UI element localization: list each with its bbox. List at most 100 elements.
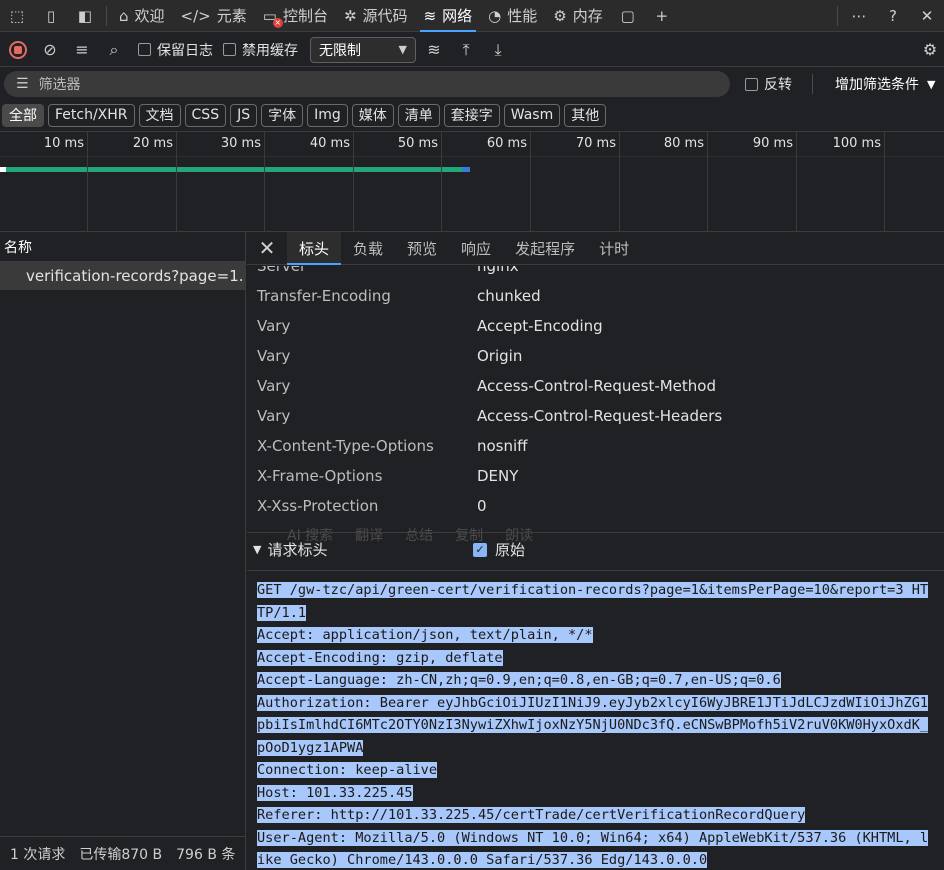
selected-text: Accept-Encoding: gzip, deflate xyxy=(257,649,503,666)
sidebar-toggle-icon[interactable]: ◧ xyxy=(68,0,102,32)
selected-text: pOoD1ygz1APWA xyxy=(257,739,364,756)
type-filter-button[interactable]: Img xyxy=(307,103,348,127)
more-filters-label: 增加筛选条件 xyxy=(835,77,919,93)
header-value: 0 xyxy=(477,497,487,515)
type-filter-button[interactable]: 套接字 xyxy=(443,103,500,127)
type-filter-button[interactable]: 媒体 xyxy=(351,103,394,127)
selected-text: pbiIsImlhdCI6MTc2OTY0NzI3NywiZXhwIjoxNzY… xyxy=(257,717,929,733)
header-value: Origin xyxy=(477,347,523,365)
chevron-down-icon: ▼ xyxy=(398,43,407,56)
tab-elements[interactable]: </> 元素 xyxy=(173,0,255,32)
tab-performance[interactable]: ◔ 性能 xyxy=(480,0,545,32)
close-icon[interactable]: ✕ xyxy=(910,0,944,32)
timeline-gridline xyxy=(87,132,88,231)
filter-icon: ≡ xyxy=(75,40,89,59)
details-tab[interactable]: 发起程序 xyxy=(503,232,587,265)
chevron-down-icon: ▼ xyxy=(927,77,936,91)
type-filter-button[interactable]: JS xyxy=(230,103,258,127)
timeline-overview[interactable]: 10 ms 20 ms 30 ms 40 ms 50 ms 60 ms 70 ms 80 ms… xyxy=(0,131,944,232)
header-row: Vary Access-Control-Request-Headers xyxy=(247,401,944,431)
disable-cache-checkbox[interactable]: 禁用缓存 xyxy=(223,40,298,60)
home-icon: ⌂ xyxy=(119,6,129,25)
tab-memory[interactable]: ⚙ 内存 xyxy=(545,0,610,32)
raw-header-line: Accept-Encoding: gzip, deflate xyxy=(257,647,944,670)
preserve-log-checkbox[interactable]: 保留日志 xyxy=(138,40,213,60)
search-button[interactable]: ⌕ xyxy=(100,36,128,64)
header-value: DENY xyxy=(477,467,519,485)
type-filter-button[interactable]: 其他 xyxy=(564,103,607,127)
header-name: X-Frame-Options xyxy=(257,467,383,485)
timeline-gridline xyxy=(884,132,885,231)
more-icon[interactable]: ⋯ xyxy=(842,0,876,32)
throttle-select[interactable]: 无限制 ▼ xyxy=(310,36,416,63)
details-tab[interactable]: 负载 xyxy=(341,232,395,265)
type-filter-button[interactable]: Wasm xyxy=(503,103,561,127)
record-button[interactable] xyxy=(4,36,32,64)
type-filter-button[interactable]: CSS xyxy=(184,103,227,127)
timeline-gridline xyxy=(441,132,442,231)
timeline-tick-label: 30 ms xyxy=(220,136,261,151)
wifi-icon: ≋ xyxy=(423,6,437,25)
tab-console[interactable]: ▭ × 控制台 xyxy=(255,0,336,32)
checkbox-checked-icon: ✓ xyxy=(473,542,487,557)
details-tab[interactable]: 计时 xyxy=(587,232,641,265)
filter-lines-icon: ☰ xyxy=(16,76,29,92)
close-icon[interactable]: ✕ xyxy=(247,236,287,260)
type-filter-button[interactable]: 文档 xyxy=(138,103,181,127)
header-value: Access-Control-Request-Method xyxy=(477,377,716,395)
tab-welcome[interactable]: ⌂ 欢迎 xyxy=(111,0,173,32)
timeline-gridline xyxy=(176,132,177,231)
timeline-tick-label: 50 ms xyxy=(397,136,438,151)
filter-input[interactable]: ☰ 筛选器 xyxy=(4,71,730,97)
clear-button[interactable]: ⊘ xyxy=(36,36,64,64)
filter-placeholder: 筛选器 xyxy=(38,77,81,93)
section-title: 请求标头 xyxy=(267,541,328,559)
application-icon[interactable]: ▢ xyxy=(611,0,645,32)
waterfall-bar-end xyxy=(462,167,470,172)
export-har-button[interactable]: ⤓ xyxy=(484,36,512,64)
inspect-icon[interactable]: ⬚ xyxy=(0,0,34,32)
device-toolbar-icon[interactable]: ▯ xyxy=(34,0,68,32)
raw-checkbox[interactable]: ✓ 原始 xyxy=(473,539,525,560)
tab-sources[interactable]: ✲ 源代码 xyxy=(336,0,416,32)
name-column-header[interactable]: 名称 xyxy=(0,232,245,262)
details-tab[interactable]: 预览 xyxy=(395,232,449,265)
search-icon: ⌕ xyxy=(109,39,119,59)
divider xyxy=(837,6,838,26)
invert-checkbox[interactable]: 反转 xyxy=(745,74,792,94)
transferred-size: 已传输870 B xyxy=(79,846,163,863)
details-tab[interactable]: 响应 xyxy=(449,232,503,265)
import-har-button[interactable]: ⤒ xyxy=(452,36,480,64)
response-headers: Server nginx Transfer-Encoding chunked Vary A… xyxy=(247,266,944,532)
help-icon[interactable]: ? xyxy=(876,0,910,32)
type-filter-button[interactable]: 清单 xyxy=(397,103,440,127)
request-list: 名称 verification-records?page=1... 1 次请求 … xyxy=(0,232,246,870)
header-row: X-Frame-Options DENY xyxy=(247,461,944,491)
preserve-log-label: 保留日志 xyxy=(157,42,213,59)
type-filter-button[interactable]: 字体 xyxy=(261,103,304,127)
raw-header-line: Authorization: Bearer eyJhbGciOiJIUzI1Ni… xyxy=(257,692,944,715)
header-name: Transfer-Encoding xyxy=(257,287,391,305)
details-tab[interactable]: 标头 xyxy=(287,231,342,265)
gear-icon: ⚙ xyxy=(922,40,938,59)
waterfall-bar xyxy=(6,167,462,172)
bug-icon: ✲ xyxy=(343,6,357,25)
checkbox-box xyxy=(223,43,236,56)
settings-button[interactable]: ⚙ xyxy=(916,36,944,64)
request-row[interactable]: verification-records?page=1... xyxy=(0,262,245,290)
selected-text: Host: 101.33.225.45 xyxy=(257,784,413,801)
type-filter-button[interactable]: 全部 xyxy=(2,103,44,127)
header-value: nosniff xyxy=(477,437,528,455)
request-headers-section[interactable]: ▼ 请求标头 ✓ 原始 xyxy=(247,532,944,566)
raw-label: 原始 xyxy=(495,541,526,559)
header-value: Access-Control-Request-Headers xyxy=(477,407,723,425)
add-tab-icon[interactable]: + xyxy=(645,0,679,32)
more-filters-dropdown[interactable]: 增加筛选条件 ▼ xyxy=(835,74,935,94)
network-conditions-button[interactable]: ≋ xyxy=(420,36,448,64)
tab-network[interactable]: ≋ 网络 xyxy=(416,0,481,32)
divider xyxy=(812,74,813,94)
type-filter-button[interactable]: Fetch/XHR xyxy=(48,103,135,127)
filter-toggle-button[interactable]: ≡ xyxy=(68,36,96,64)
raw-request-headers[interactable]: GET /gw-tzc/api/green-cert/verification-… xyxy=(247,570,944,870)
triangle-down-icon: ▼ xyxy=(253,543,262,556)
